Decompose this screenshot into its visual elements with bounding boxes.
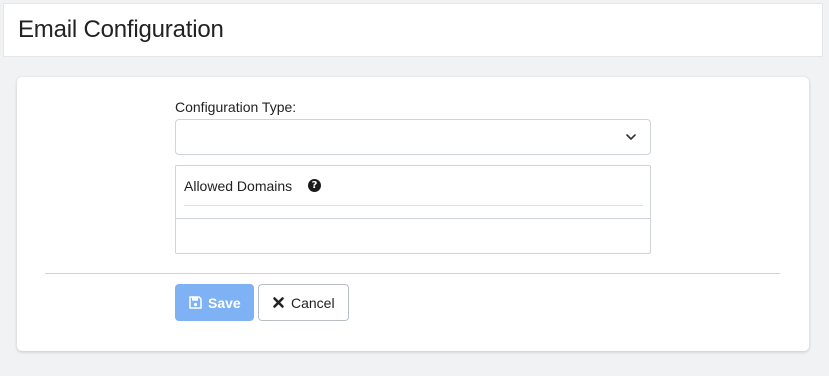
configuration-type-label: Configuration Type: bbox=[175, 99, 297, 115]
floppy-disk-icon bbox=[189, 296, 202, 309]
allowed-domains-underline bbox=[184, 205, 643, 206]
email-config-card: Configuration Type: Allowed Domains ? Sa… bbox=[17, 77, 809, 351]
cancel-button-label: Cancel bbox=[291, 294, 335, 311]
form-divider bbox=[45, 273, 780, 274]
cancel-button[interactable]: Cancel bbox=[258, 284, 349, 321]
page-title: Email Configuration bbox=[18, 16, 224, 43]
x-icon bbox=[273, 297, 284, 308]
allowed-domains-panel: Allowed Domains ? bbox=[175, 165, 651, 254]
allowed-domains-label: Allowed Domains bbox=[184, 178, 293, 194]
page-header: Email Configuration bbox=[3, 3, 823, 57]
save-button[interactable]: Save bbox=[175, 284, 254, 321]
chevron-down-icon bbox=[626, 134, 636, 140]
save-button-label: Save bbox=[208, 294, 241, 311]
question-circle-icon[interactable]: ? bbox=[308, 179, 321, 192]
allowed-domains-input[interactable] bbox=[176, 219, 650, 253]
configuration-type-select[interactable] bbox=[175, 119, 651, 155]
